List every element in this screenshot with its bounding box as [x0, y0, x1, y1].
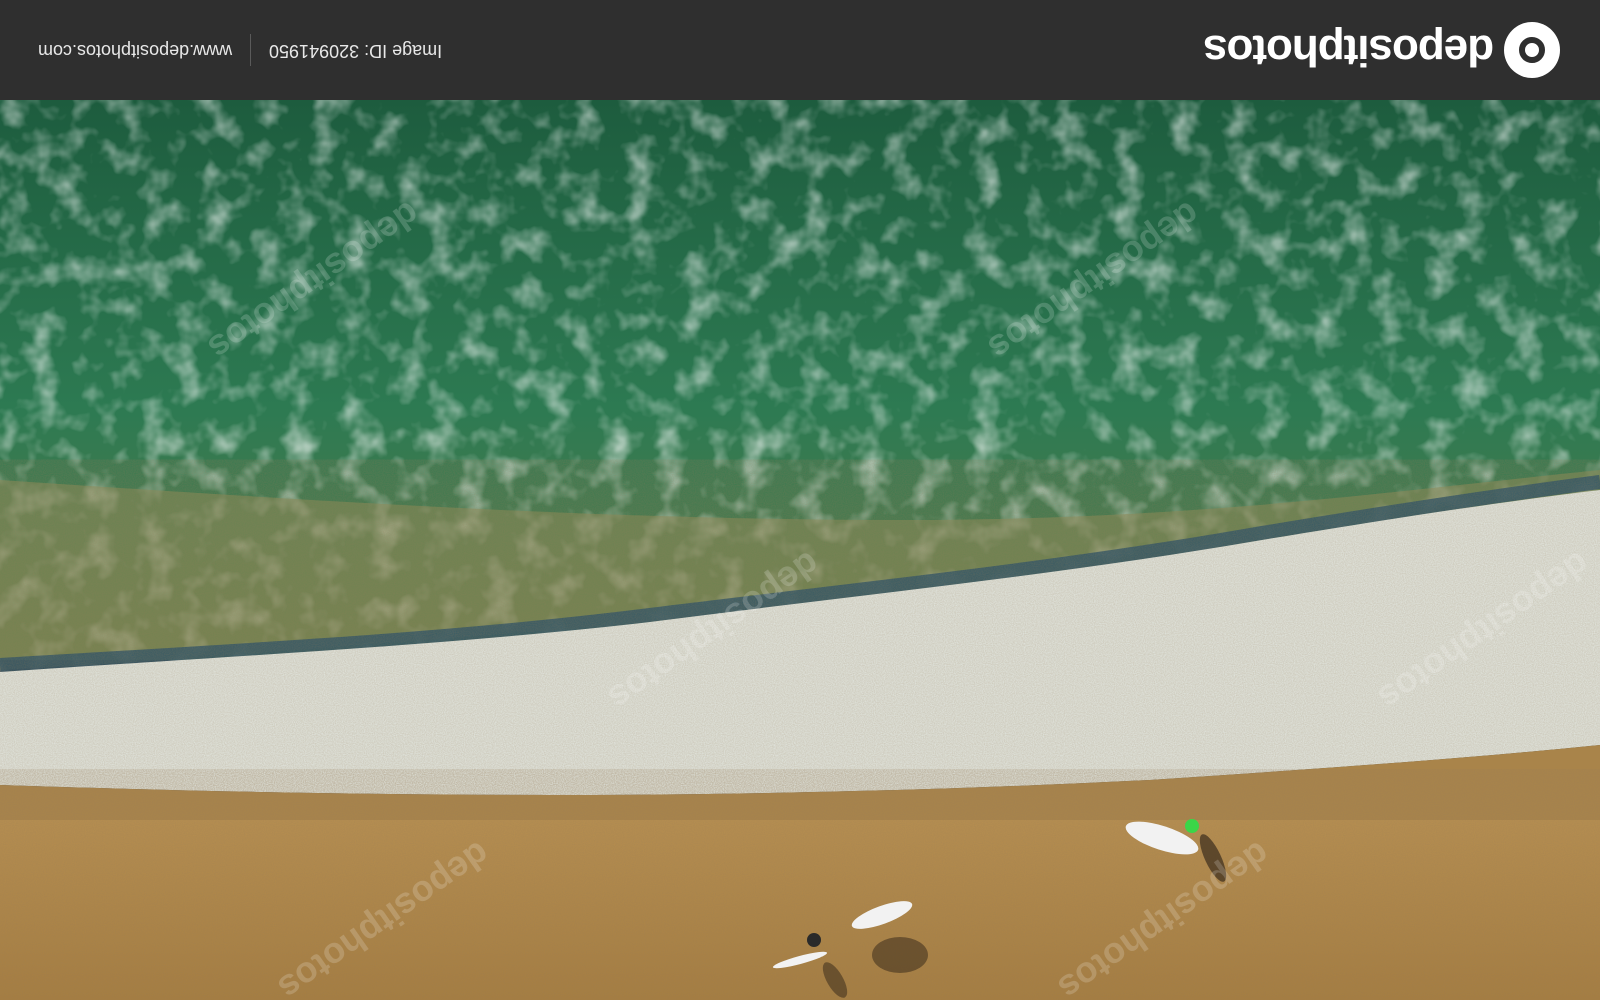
brand-logo: depositphotos — [1204, 22, 1560, 78]
image-id: Image ID: 320941950 — [269, 40, 443, 61]
beach-aerial-image — [0, 100, 1600, 1000]
brand-name: depositphotos — [1203, 26, 1494, 75]
divider — [250, 34, 252, 66]
site-url: www.depositphotos.com — [38, 40, 233, 61]
camera-icon — [1504, 22, 1560, 78]
image-meta: www.depositphotos.com Image ID: 32094195… — [38, 34, 442, 66]
beach-photo: depositphotos depositphotos depositphoto… — [0, 0, 1600, 1000]
watermark-banner: www.depositphotos.com Image ID: 32094195… — [0, 0, 1600, 100]
